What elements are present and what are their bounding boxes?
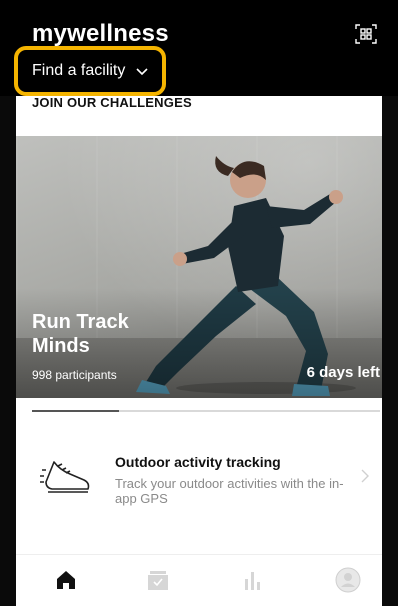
- running-shoe-icon: [40, 461, 90, 493]
- qr-scan-icon: [355, 24, 377, 44]
- find-facility-label: Find a facility: [32, 62, 126, 79]
- nav-home-button[interactable]: [52, 566, 80, 594]
- activity-title: Outdoor activity tracking: [115, 454, 281, 470]
- outdoor-activity-card[interactable]: Outdoor activity tracking Track your out…: [16, 438, 382, 538]
- qr-scan-button[interactable]: [354, 22, 378, 46]
- section-title: JOIN OUR CHALLENGES: [32, 96, 192, 108]
- screen-margin-right: [382, 96, 398, 606]
- carousel-progress-fill: [32, 410, 119, 412]
- challenge-title: Run Track Minds: [32, 311, 129, 357]
- app-brand: mywellness: [32, 20, 169, 47]
- nav-calendar-button[interactable]: [144, 566, 172, 594]
- chevron-right-icon: [361, 469, 369, 483]
- nav-stats-button[interactable]: [238, 566, 266, 594]
- stats-icon: [245, 572, 260, 590]
- challenge-time-left: 6 days left: [306, 364, 380, 381]
- nav-divider: [16, 554, 382, 555]
- screen-margin-left: [0, 96, 16, 606]
- challenge-participants: 998 participants: [32, 368, 117, 382]
- challenge-card[interactable]: Run Track Minds 998 participants 6 days …: [16, 136, 382, 398]
- bottom-nav: [16, 560, 382, 606]
- profile-icon: [335, 567, 361, 593]
- carousel-progress: [32, 410, 380, 412]
- calendar-icon: [148, 571, 168, 590]
- find-facility-dropdown[interactable]: Find a facility: [14, 46, 166, 96]
- chevron-down-icon: [136, 68, 148, 76]
- activity-description: Track your outdoor activities with the i…: [115, 476, 344, 506]
- home-content: JOIN OUR CHALLENGES Run Track Minds 998 …: [16, 96, 382, 606]
- nav-profile-button[interactable]: [334, 566, 362, 594]
- home-icon: [57, 571, 75, 589]
